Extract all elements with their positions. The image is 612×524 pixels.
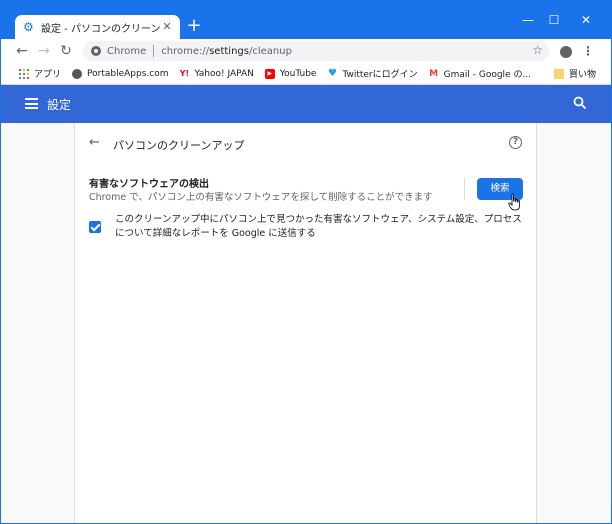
youtube-icon: ▶ bbox=[264, 68, 275, 79]
cleanup-card: ← パソコンのクリーンアップ ? 有害なソフトウェアの検出 Chrome で、パ… bbox=[74, 123, 537, 523]
send-report-checkbox[interactable] bbox=[89, 221, 101, 233]
settings-content: ← パソコンのクリーンアップ ? 有害なソフトウェアの検出 Chrome で、パ… bbox=[1, 123, 611, 523]
send-report-label: このクリーンアップ中にパソコン上で見つかった有害なソフトウェア、システム設定、プ… bbox=[115, 214, 522, 239]
hand-cursor-icon bbox=[508, 193, 520, 211]
gear-icon: ⚙ bbox=[23, 20, 34, 34]
profile-icon bbox=[560, 45, 572, 58]
apps-icon bbox=[19, 68, 29, 79]
new-tab-button[interactable]: + bbox=[185, 17, 203, 35]
browser-toolbar: ← → ↻ Chrome chrome://settings/cleanup ☆… bbox=[1, 39, 611, 63]
tab-title: 設定 - パソコンのクリーンアップ bbox=[41, 23, 160, 35]
url-text: chrome://settings/cleanup bbox=[161, 45, 292, 57]
bookmark-youtube[interactable]: ▶ YouTube bbox=[264, 68, 316, 79]
back-arrow-icon[interactable]: ← bbox=[89, 135, 105, 151]
menu-button[interactable]: ⋮ bbox=[579, 42, 597, 60]
settings-title: 設定 bbox=[47, 98, 72, 112]
browser-window: ⚙ 設定 - パソコンのクリーンアップ ✕ + — ☐ ✕ ← → ↻ Chro… bbox=[0, 0, 612, 524]
omnibox-separator bbox=[153, 45, 155, 57]
close-tab-icon[interactable]: ✕ bbox=[160, 20, 174, 34]
reload-button[interactable]: ↻ bbox=[57, 42, 75, 60]
profile-button[interactable] bbox=[557, 42, 575, 60]
active-tab[interactable]: ⚙ 設定 - パソコンのクリーンアップ ✕ bbox=[15, 15, 180, 39]
bookmark-twitter[interactable]: ♥ Twitterにログイン bbox=[327, 67, 418, 80]
help-icon[interactable]: ? bbox=[509, 136, 522, 149]
bookmark-portableapps[interactable]: PortableApps.com bbox=[72, 68, 168, 79]
bookmarks-bar: アプリ PortableApps.com Y! Yahoo! JAPAN ▶ Y… bbox=[1, 63, 611, 85]
address-bar[interactable]: Chrome chrome://settings/cleanup ☆ bbox=[83, 41, 549, 61]
maximize-button[interactable]: ☐ bbox=[539, 11, 569, 29]
back-button[interactable]: ← bbox=[13, 42, 31, 60]
folder-icon bbox=[554, 68, 565, 79]
bookmark-star-icon[interactable]: ☆ bbox=[532, 43, 543, 57]
yahoo-icon: Y! bbox=[179, 68, 190, 78]
section-title: 有害なソフトウェアの検出 bbox=[89, 179, 209, 190]
close-window-button[interactable]: ✕ bbox=[571, 11, 601, 29]
site-label: Chrome bbox=[107, 45, 147, 57]
bookmark-gmail[interactable]: M Gmail - Google の... bbox=[429, 67, 531, 81]
settings-header: 設定 bbox=[1, 85, 611, 123]
section-description: Chrome で、パソコン上の有害なソフトウェアを探して削除することができます bbox=[89, 192, 433, 203]
hamburger-menu-icon[interactable] bbox=[25, 98, 38, 109]
bookmark-yahoo[interactable]: Y! Yahoo! JAPAN bbox=[179, 68, 254, 79]
portableapps-icon bbox=[72, 68, 83, 79]
gmail-icon: M bbox=[429, 68, 439, 79]
search-icon[interactable] bbox=[573, 96, 587, 110]
vertical-divider bbox=[464, 178, 465, 200]
title-bar: ⚙ 設定 - パソコンのクリーンアップ ✕ + — ☐ ✕ bbox=[1, 1, 611, 39]
twitter-icon: ♥ bbox=[327, 67, 337, 79]
bookmark-apps[interactable]: アプリ bbox=[19, 67, 61, 80]
chrome-site-icon bbox=[91, 46, 101, 56]
bookmark-folder-shopping[interactable]: 買い物 bbox=[554, 67, 596, 80]
forward-button[interactable]: → bbox=[35, 42, 53, 60]
page-title: パソコンのクリーンアップ bbox=[113, 139, 245, 152]
